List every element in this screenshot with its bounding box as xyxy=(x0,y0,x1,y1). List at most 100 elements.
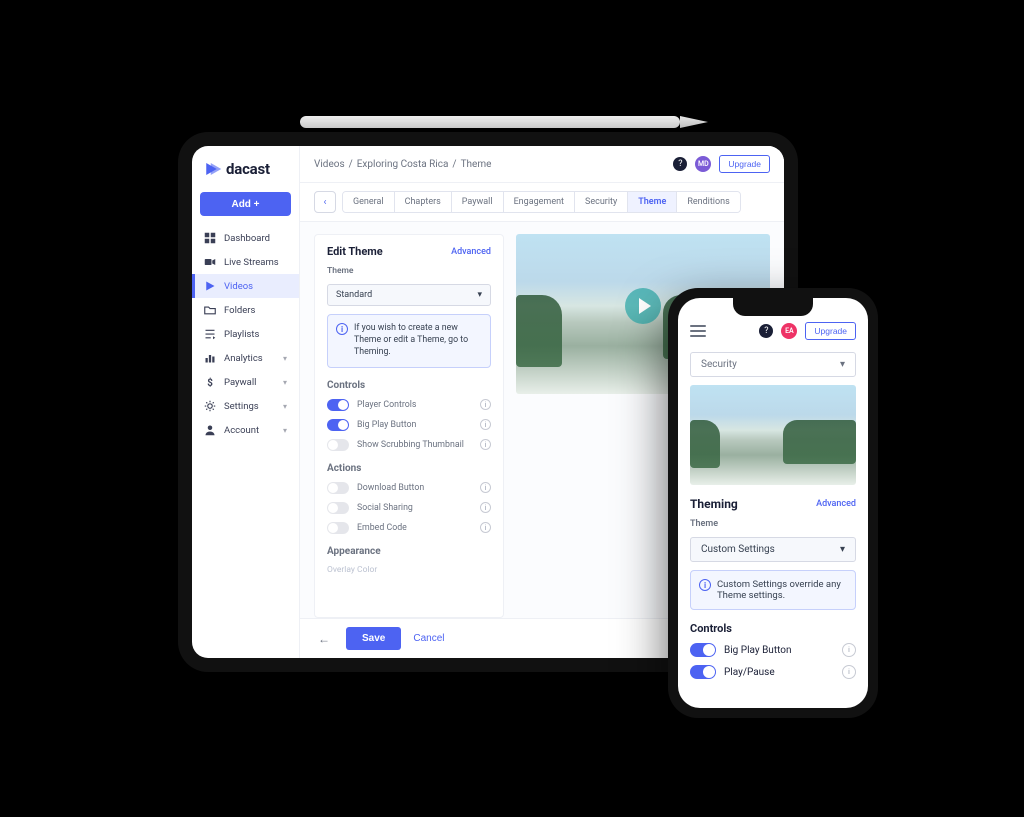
chevron-down-icon: ▾ xyxy=(840,544,845,555)
user-icon xyxy=(204,424,216,436)
sidebar-item-settings[interactable]: Settings ▾ xyxy=(192,394,299,418)
svg-text:$: $ xyxy=(207,378,213,388)
folder-icon xyxy=(204,304,216,316)
sidebar-item-label: Videos xyxy=(224,281,253,292)
hint-icon[interactable]: i xyxy=(480,482,491,493)
breadcrumb-current: Theme xyxy=(461,159,492,170)
analytics-icon xyxy=(204,352,216,364)
toggle-player-controls[interactable] xyxy=(327,399,349,411)
back-button[interactable]: ‹ xyxy=(314,191,336,213)
control-embed: Embed Code i xyxy=(327,522,491,534)
breadcrumb-separator: / xyxy=(452,159,456,170)
collapse-sidebar-button[interactable]: ← xyxy=(314,632,334,646)
controls-section-title: Controls xyxy=(327,380,491,391)
control-label: Player Controls xyxy=(357,400,472,410)
chevron-down-icon: ▾ xyxy=(840,359,845,370)
play-icon xyxy=(204,280,216,292)
hint-icon[interactable]: i xyxy=(480,399,491,410)
tab-theme[interactable]: Theme xyxy=(628,192,677,212)
upgrade-button[interactable]: Upgrade xyxy=(805,322,856,340)
sidebar-item-analytics[interactable]: Analytics ▾ xyxy=(192,346,299,370)
tab-chapters[interactable]: Chapters xyxy=(395,192,452,212)
info-box: i If you wish to create a new Theme or e… xyxy=(327,314,491,368)
dollar-icon: $ xyxy=(204,376,216,388)
panel-title: Edit Theme xyxy=(327,245,383,258)
advanced-link[interactable]: Advanced xyxy=(816,499,856,509)
sidebar-item-label: Playlists xyxy=(224,329,259,340)
camera-icon xyxy=(204,256,216,268)
info-text: If you wish to create a new Theme or edi… xyxy=(354,323,482,359)
toggle-big-play[interactable] xyxy=(327,419,349,431)
control-social: Social Sharing i xyxy=(327,502,491,514)
theme-select-value: Standard xyxy=(336,290,372,300)
tabs: General Chapters Paywall Engagement Secu… xyxy=(342,191,741,213)
sidebar-item-livestreams[interactable]: Live Streams xyxy=(192,250,299,274)
toggle-download xyxy=(327,482,349,494)
phone-theme-select[interactable]: Custom Settings ▾ xyxy=(690,537,856,562)
phone-frame: ? EA Upgrade Security ▾ Theming Advanced… xyxy=(668,288,878,718)
dashboard-icon xyxy=(204,232,216,244)
add-button[interactable]: Add + xyxy=(200,192,291,216)
phone-tab-select[interactable]: Security ▾ xyxy=(690,352,856,377)
save-button[interactable]: Save xyxy=(346,627,401,650)
logo-icon xyxy=(204,160,222,178)
breadcrumb-item[interactable]: Exploring Costa Rica xyxy=(357,159,449,170)
upgrade-button[interactable]: Upgrade xyxy=(719,155,770,173)
advanced-link[interactable]: Advanced xyxy=(451,247,491,257)
sidebar-item-label: Settings xyxy=(224,401,259,412)
hint-icon[interactable]: i xyxy=(480,419,491,430)
edit-theme-panel: Edit Theme Advanced Theme Standard ▾ i I… xyxy=(314,234,504,618)
play-button[interactable] xyxy=(625,288,661,324)
toggle-scrub-thumb xyxy=(327,439,349,451)
actions-section-title: Actions xyxy=(327,463,491,474)
sidebar-item-label: Paywall xyxy=(224,377,256,388)
sidebar: dacast Add + Dashboard Live Streams Vide… xyxy=(192,146,300,658)
avatar[interactable]: MD xyxy=(695,156,711,172)
tab-engagement[interactable]: Engagement xyxy=(504,192,575,212)
sidebar-item-label: Dashboard xyxy=(224,233,270,244)
sidebar-item-videos[interactable]: Videos xyxy=(192,274,299,298)
phone-video-preview[interactable] xyxy=(690,385,856,485)
toggle-play-pause[interactable] xyxy=(690,665,716,679)
phone-control-playpause: Play/Pause i xyxy=(690,665,856,679)
tabs-row: ‹ General Chapters Paywall Engagement Se… xyxy=(300,183,784,222)
menu-icon[interactable] xyxy=(690,325,706,337)
chevron-down-icon: ▾ xyxy=(283,378,287,387)
hint-icon[interactable]: i xyxy=(480,439,491,450)
breadcrumb-videos[interactable]: Videos xyxy=(314,159,345,170)
sidebar-item-folders[interactable]: Folders xyxy=(192,298,299,322)
sidebar-item-dashboard[interactable]: Dashboard xyxy=(192,226,299,250)
tab-general[interactable]: General xyxy=(343,192,395,212)
hint-icon[interactable]: i xyxy=(480,522,491,533)
gear-icon xyxy=(204,400,216,412)
tab-paywall[interactable]: Paywall xyxy=(452,192,504,212)
stylus xyxy=(300,116,680,128)
help-icon[interactable]: ? xyxy=(673,157,687,171)
hint-icon[interactable]: i xyxy=(480,502,491,513)
control-label: Big Play Button xyxy=(357,420,472,430)
help-icon[interactable]: ? xyxy=(759,324,773,338)
info-icon: i xyxy=(699,579,711,591)
sidebar-item-paywall[interactable]: $ Paywall ▾ xyxy=(192,370,299,394)
phone-body: Theming Advanced Theme Custom Settings ▾… xyxy=(678,485,868,691)
sidebar-item-account[interactable]: Account ▾ xyxy=(192,418,299,442)
sidebar-item-label: Live Streams xyxy=(224,257,279,268)
tab-renditions[interactable]: Renditions xyxy=(677,192,739,212)
chevron-down-icon: ▾ xyxy=(477,290,482,300)
hint-icon[interactable]: i xyxy=(842,665,856,679)
appearance-item: Overlay Color xyxy=(327,565,491,575)
phone-control-bigplay: Big Play Button i xyxy=(690,643,856,657)
theme-select[interactable]: Standard ▾ xyxy=(327,284,491,306)
cancel-button[interactable]: Cancel xyxy=(413,633,444,644)
brand-name: dacast xyxy=(226,160,270,178)
toggle-big-play[interactable] xyxy=(690,643,716,657)
brand-logo[interactable]: dacast xyxy=(192,146,299,188)
tab-security[interactable]: Security xyxy=(575,192,628,212)
toggle-embed xyxy=(327,522,349,534)
hint-icon[interactable]: i xyxy=(842,643,856,657)
sidebar-item-playlists[interactable]: Playlists xyxy=(192,322,299,346)
breadcrumb: Videos / Exploring Costa Rica / Theme ? … xyxy=(300,146,784,183)
avatar[interactable]: EA xyxy=(781,323,797,339)
control-label: Download Button xyxy=(357,483,472,493)
control-label: Big Play Button xyxy=(724,645,834,656)
